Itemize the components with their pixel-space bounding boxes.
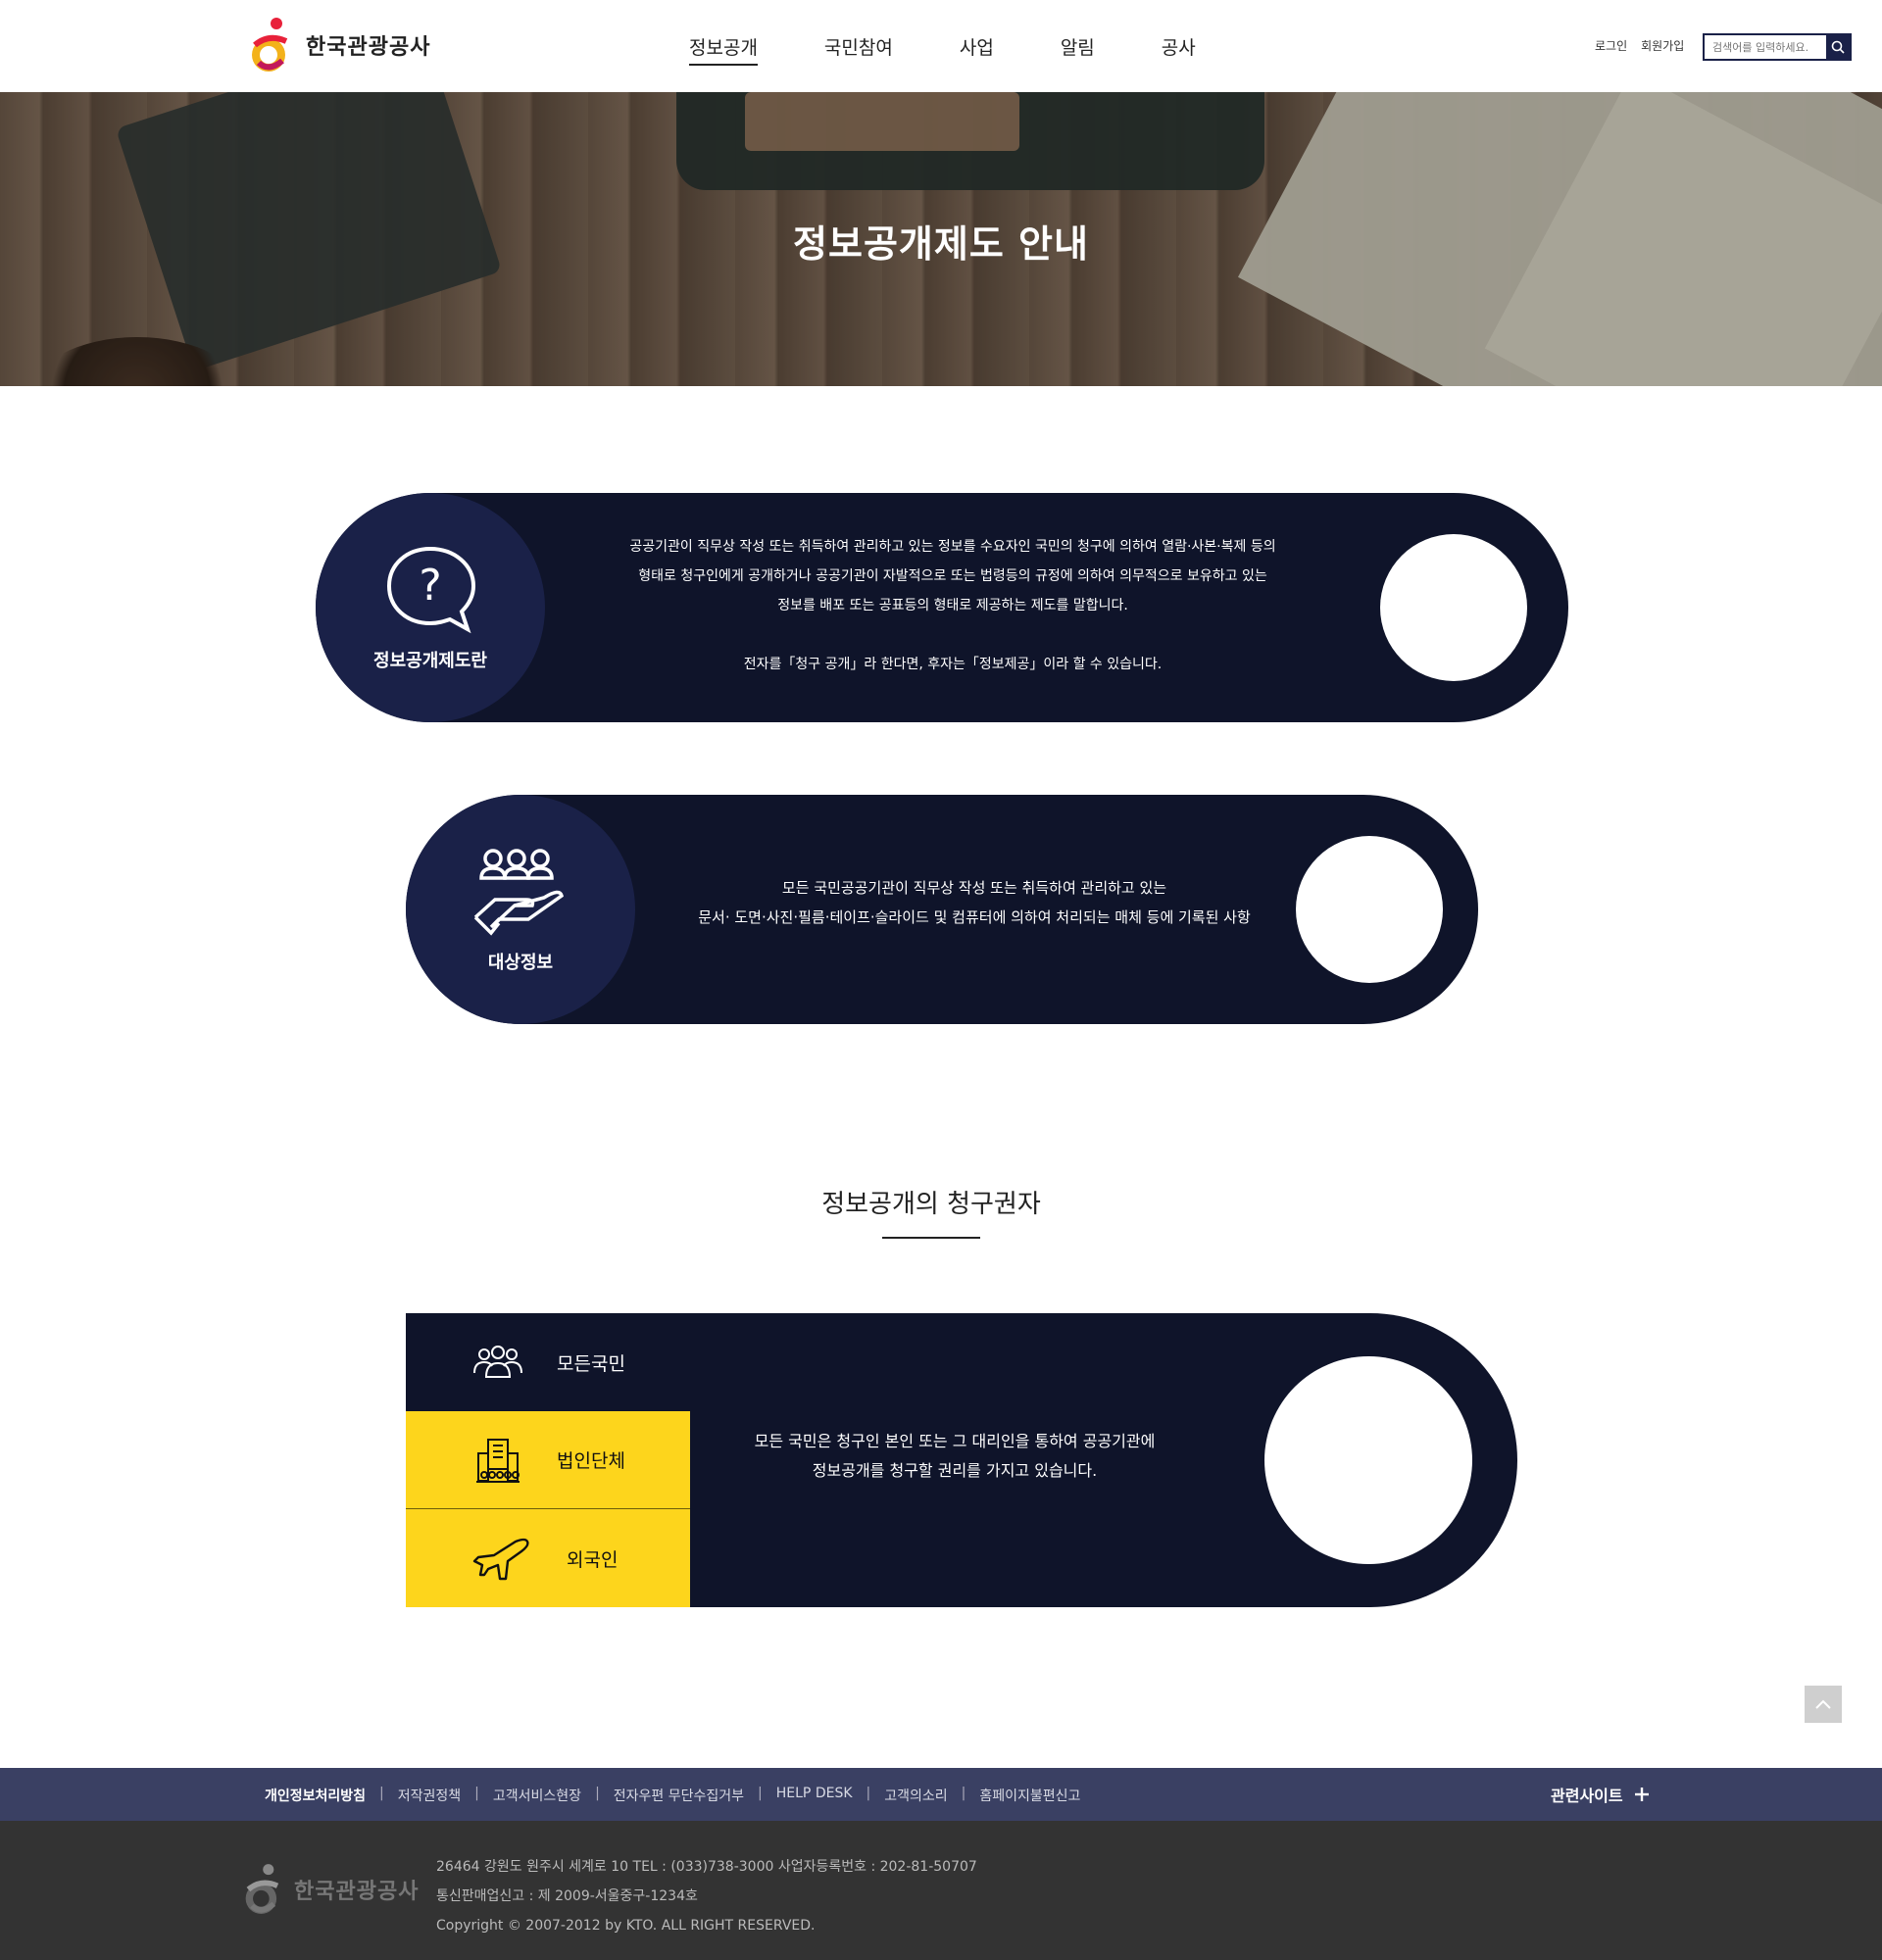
tab-corporations[interactable]: 법인단체 [406, 1411, 690, 1509]
tab-corporations-label: 법인단체 [557, 1450, 625, 1472]
intro-card: ? 정보공개제도란 공공기관이 직무상 작성 또는 취득하여 관리하고 있는 정… [316, 493, 1568, 722]
tab-foreigners-label: 외국인 [567, 1548, 619, 1571]
hero-banner: 정보공개제도 안내 [0, 92, 1882, 386]
building-icon [476, 1438, 520, 1483]
footer-logo: 한국관광공사 [241, 1862, 419, 1917]
intro-decor-circle [1380, 534, 1527, 681]
site-header: 한국관광공사 정보공개 국민참여 사업 알림 공사 로그인 회원가입 [0, 0, 1882, 92]
search-icon [1831, 40, 1845, 54]
footer-link-email-refusal[interactable]: 전자우편 무단수집거부 [614, 1786, 744, 1805]
footer-info: 한국관광공사 26464 강원도 원주시 세계로 10 TEL : (033)7… [0, 1821, 1882, 1960]
footer-link-report[interactable]: 홈페이지불편신고 [979, 1786, 1080, 1805]
target-badge: 대상정보 [406, 795, 635, 1024]
people-hand-icon [473, 849, 564, 936]
nav-item-business[interactable]: 사업 [960, 33, 994, 66]
target-card: 대상정보 모든 국민공공기관이 직무상 작성 또는 취득하여 관리하고 있는 문… [406, 795, 1478, 1024]
footer-link-privacy[interactable]: 개인정보처리방침 [265, 1786, 366, 1805]
footer-address: 26464 강원도 원주시 세계로 10 TEL : (033)738-3000… [436, 1859, 977, 1875]
tab-foreigners[interactable]: 외국인 [406, 1509, 690, 1607]
join-link[interactable]: 회원가입 [1641, 37, 1684, 54]
search-box [1703, 33, 1852, 61]
intro-badge: ? 정보공개제도란 [316, 493, 545, 722]
plus-icon [1634, 1788, 1649, 1801]
chevron-up-icon [1815, 1699, 1831, 1709]
logo[interactable]: 한국관광공사 [247, 16, 430, 74]
nav-item-info-disclosure[interactable]: 정보공개 [689, 33, 758, 66]
footer-link-service-charter[interactable]: 고객서비스현장 [493, 1786, 581, 1805]
section-title: 정보공개의 청구권자 [821, 1190, 1041, 1219]
login-link[interactable]: 로그인 [1595, 37, 1627, 54]
footer-mail-order: 통신판매업신고 : 제 2009-서울중구-1234호 [436, 1888, 698, 1904]
nav-item-participation[interactable]: 국민참여 [824, 33, 893, 66]
nav-item-notice[interactable]: 알림 [1061, 33, 1095, 66]
footer-copyright: Copyright © 2007-2012 by KTO. ALL RIGHT … [436, 1918, 816, 1934]
footer-link-helpdesk[interactable]: HELP DESK [776, 1786, 853, 1805]
main-nav: 정보공개 국민참여 사업 알림 공사 [689, 33, 1263, 66]
search-input[interactable] [1705, 35, 1826, 59]
target-description: 모든 국민공공기관이 직무상 작성 또는 취득하여 관리하고 있는 문서· 도면… [698, 879, 1251, 926]
footer-logo-icon [245, 1864, 279, 1914]
intro-description: 공공기관이 직무상 작성 또는 취득하여 관리하고 있는 정보를 수요자인 국민… [629, 539, 1276, 672]
footer-link-customer-voice[interactable]: 고객의소리 [884, 1786, 947, 1805]
target-decor-circle [1296, 836, 1443, 983]
footer-logo-text: 한국관광공사 [294, 1880, 420, 1904]
scroll-top-button[interactable] [1805, 1686, 1842, 1723]
util-links: 로그인 회원가입 [1595, 37, 1684, 54]
related-sites-label: 관련사이트 [1551, 1787, 1623, 1805]
svg-text:?: ? [419, 561, 441, 611]
footer-link-copyright[interactable]: 저작권정책 [398, 1786, 461, 1805]
footer-links: 개인정보처리방침 | 저작권정책 | 고객서비스현장 | 전자우편 무단수집거부… [265, 1786, 1081, 1805]
section-title-underline [882, 1237, 980, 1239]
airplane-icon [472, 1538, 529, 1581]
group-people-icon [473, 1346, 522, 1378]
claimant-panel: 모든국민 법인단체 외국인 모든 국민은 청구인 본인 또는 그 대리인을 통하… [406, 1313, 1517, 1607]
footer-company-info: 26464 강원도 원주시 세계로 10 TEL : (033)738-3000… [436, 1852, 977, 1940]
question-bubble-icon: ? [386, 546, 476, 634]
logo-icon [252, 18, 288, 72]
target-label: 대상정보 [487, 953, 554, 973]
tab-all-citizens-label: 모든국민 [557, 1352, 625, 1375]
page-title: 정보공개제도 안내 [793, 222, 1089, 266]
logo-text: 한국관광공사 [306, 35, 431, 60]
footer-nav: 개인정보처리방침 | 저작권정책 | 고객서비스현장 | 전자우편 무단수집거부… [0, 1768, 1882, 1821]
related-sites-button[interactable]: 관련사이트 [1551, 1783, 1649, 1806]
search-button[interactable] [1826, 35, 1850, 59]
nav-item-corporation[interactable]: 공사 [1162, 33, 1196, 66]
claimant-description: 모든 국민은 청구인 본인 또는 그 대리인을 통하여 공공기관에 정보공개를 … [754, 1432, 1156, 1480]
claimant-decor-circle [1264, 1356, 1472, 1564]
tab-all-citizens[interactable]: 모든국민 [406, 1313, 690, 1411]
intro-label: 정보공개제도란 [373, 651, 487, 671]
